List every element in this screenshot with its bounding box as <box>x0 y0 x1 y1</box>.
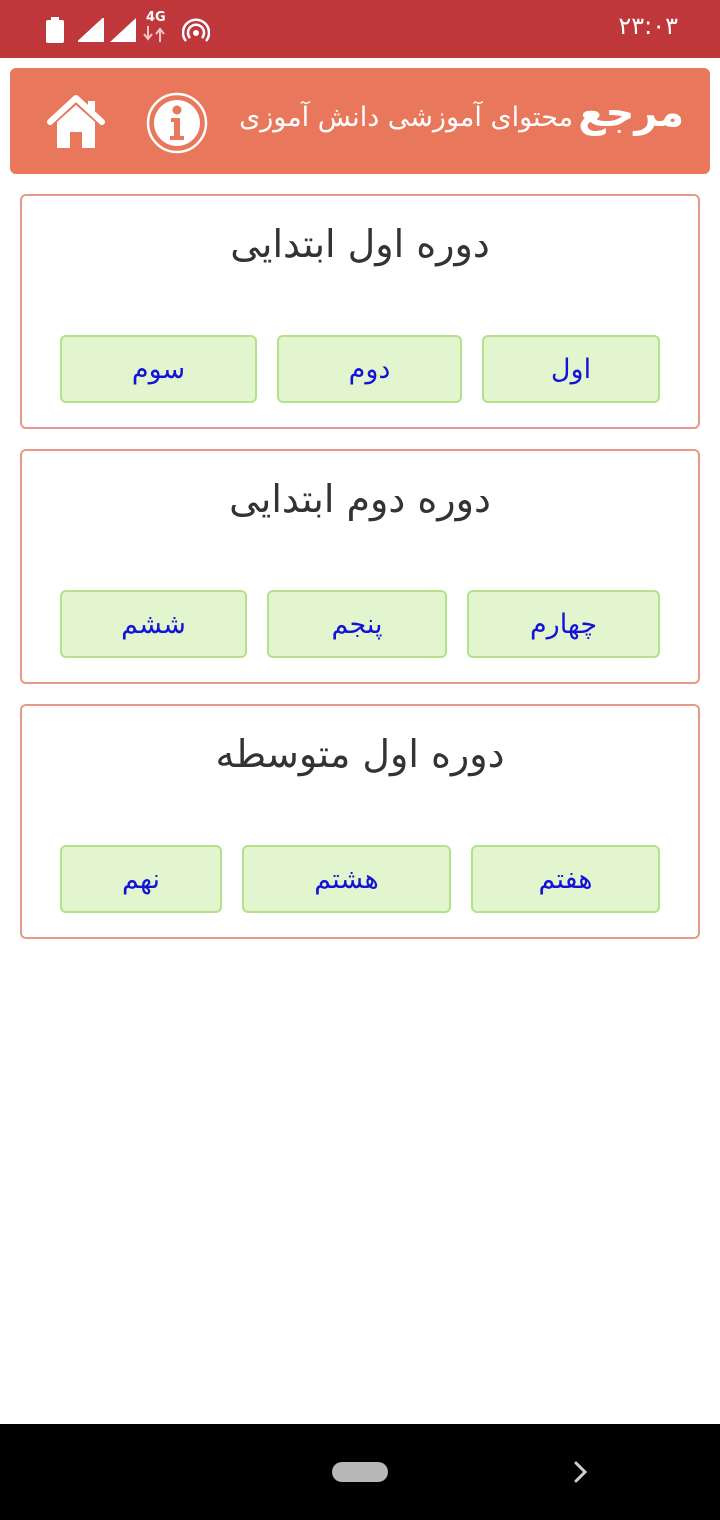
signal-icon <box>110 18 136 42</box>
grade-button-8[interactable]: هشتم <box>242 845 451 913</box>
section-card-primary-first: دوره اول ابتدایی اول دوم سوم <box>20 194 700 429</box>
chevron-right-icon[interactable] <box>570 1458 592 1486</box>
app-header: مرجع محتوای آموزشی دانش آموزی <box>10 68 710 174</box>
grade-button-5[interactable]: پنجم <box>267 590 447 658</box>
grade-button-6[interactable]: ششم <box>60 590 247 658</box>
data-arrows-icon <box>143 26 165 42</box>
title-main: مرجع <box>578 90 684 136</box>
battery-icon <box>46 17 64 43</box>
grade-button-3[interactable]: سوم <box>60 335 257 403</box>
section-title: دوره اول متوسطه <box>215 732 505 776</box>
section-card-middle-first: دوره اول متوسطه هفتم هشتم نهم <box>20 704 700 939</box>
grade-button-1[interactable]: اول <box>482 335 660 403</box>
navigation-bar <box>0 1424 720 1520</box>
section-title: دوره اول ابتدایی <box>230 222 490 266</box>
grade-button-9[interactable]: نهم <box>60 845 222 913</box>
home-pill[interactable] <box>332 1462 388 1482</box>
status-icons: 4G <box>44 10 224 44</box>
network-type: 4G <box>146 10 166 25</box>
signal-icon <box>78 18 104 42</box>
status-time: ۲۳:۰۳ <box>618 12 678 40</box>
grade-button-7[interactable]: هفتم <box>471 845 660 913</box>
status-bar: 4G ۲۳:۰۳ <box>0 0 720 58</box>
section-card-primary-second: دوره دوم ابتدایی چهارم پنجم ششم <box>20 449 700 684</box>
info-icon[interactable] <box>146 92 208 154</box>
title-sub: محتوای آموزشی دانش آموزی <box>239 102 574 133</box>
page-title: مرجع محتوای آموزشی دانش آموزی <box>239 90 684 136</box>
grade-button-2[interactable]: دوم <box>277 335 462 403</box>
home-icon[interactable] <box>46 94 106 150</box>
hotspot-icon <box>182 18 210 42</box>
grade-button-4[interactable]: چهارم <box>467 590 660 658</box>
section-title: دوره دوم ابتدایی <box>229 477 491 521</box>
